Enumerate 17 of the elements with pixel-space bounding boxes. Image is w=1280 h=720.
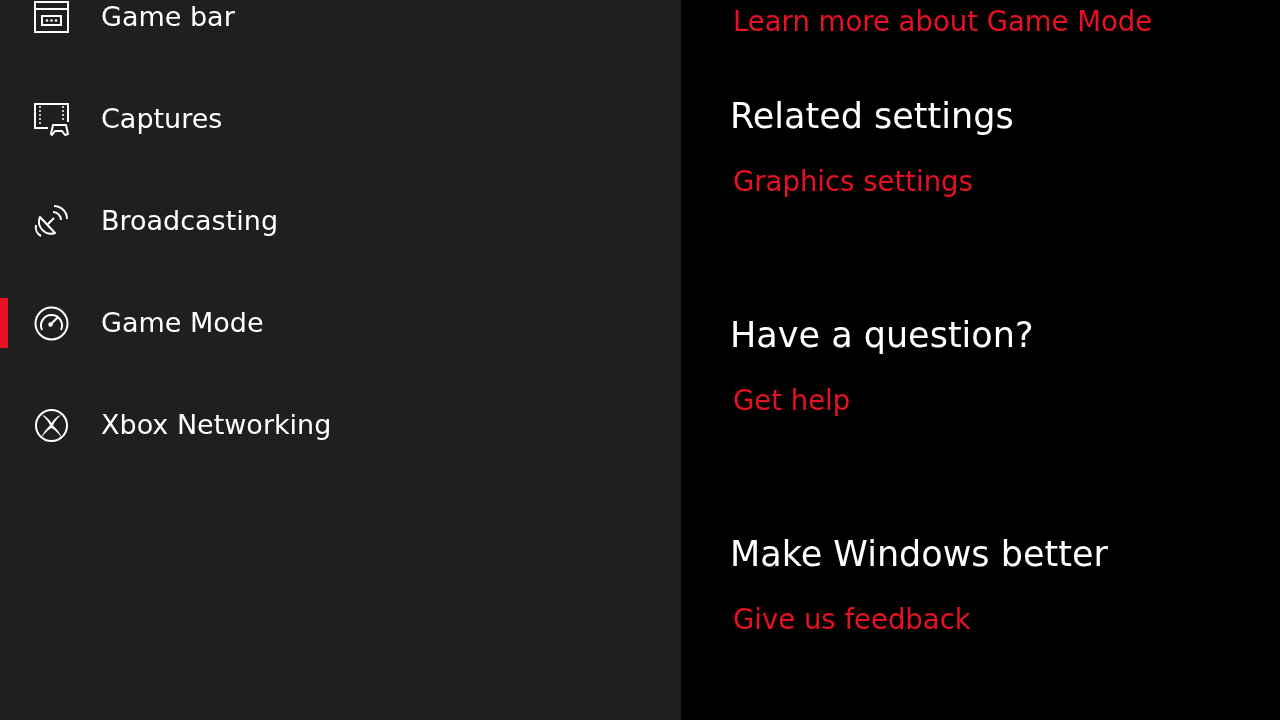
section-heading: Make Windows better [730, 533, 1108, 576]
section-heading: Related settings [730, 95, 1014, 138]
sidebar-item[interactable]: Broadcasting [0, 170, 681, 272]
sidebar-item[interactable]: Game bar [0, 0, 681, 68]
link[interactable]: Give us feedback [733, 599, 971, 639]
speedometer-icon [34, 305, 69, 341]
satellite-dish-icon [34, 203, 69, 239]
window-icon [34, 0, 69, 35]
link[interactable]: Get help [733, 380, 851, 420]
link[interactable]: Learn more about Game Mode [733, 1, 1153, 41]
sidebar-item[interactable]: Game Mode [0, 272, 681, 374]
xbox-logo-icon [34, 407, 69, 443]
screen-gamepad-icon [34, 101, 69, 137]
sidebar-item[interactable]: Captures [0, 68, 681, 170]
sidebar-item[interactable]: Xbox Networking [0, 374, 681, 476]
section-heading: Have a question? [730, 314, 1034, 357]
link[interactable]: Graphics settings [733, 161, 973, 201]
